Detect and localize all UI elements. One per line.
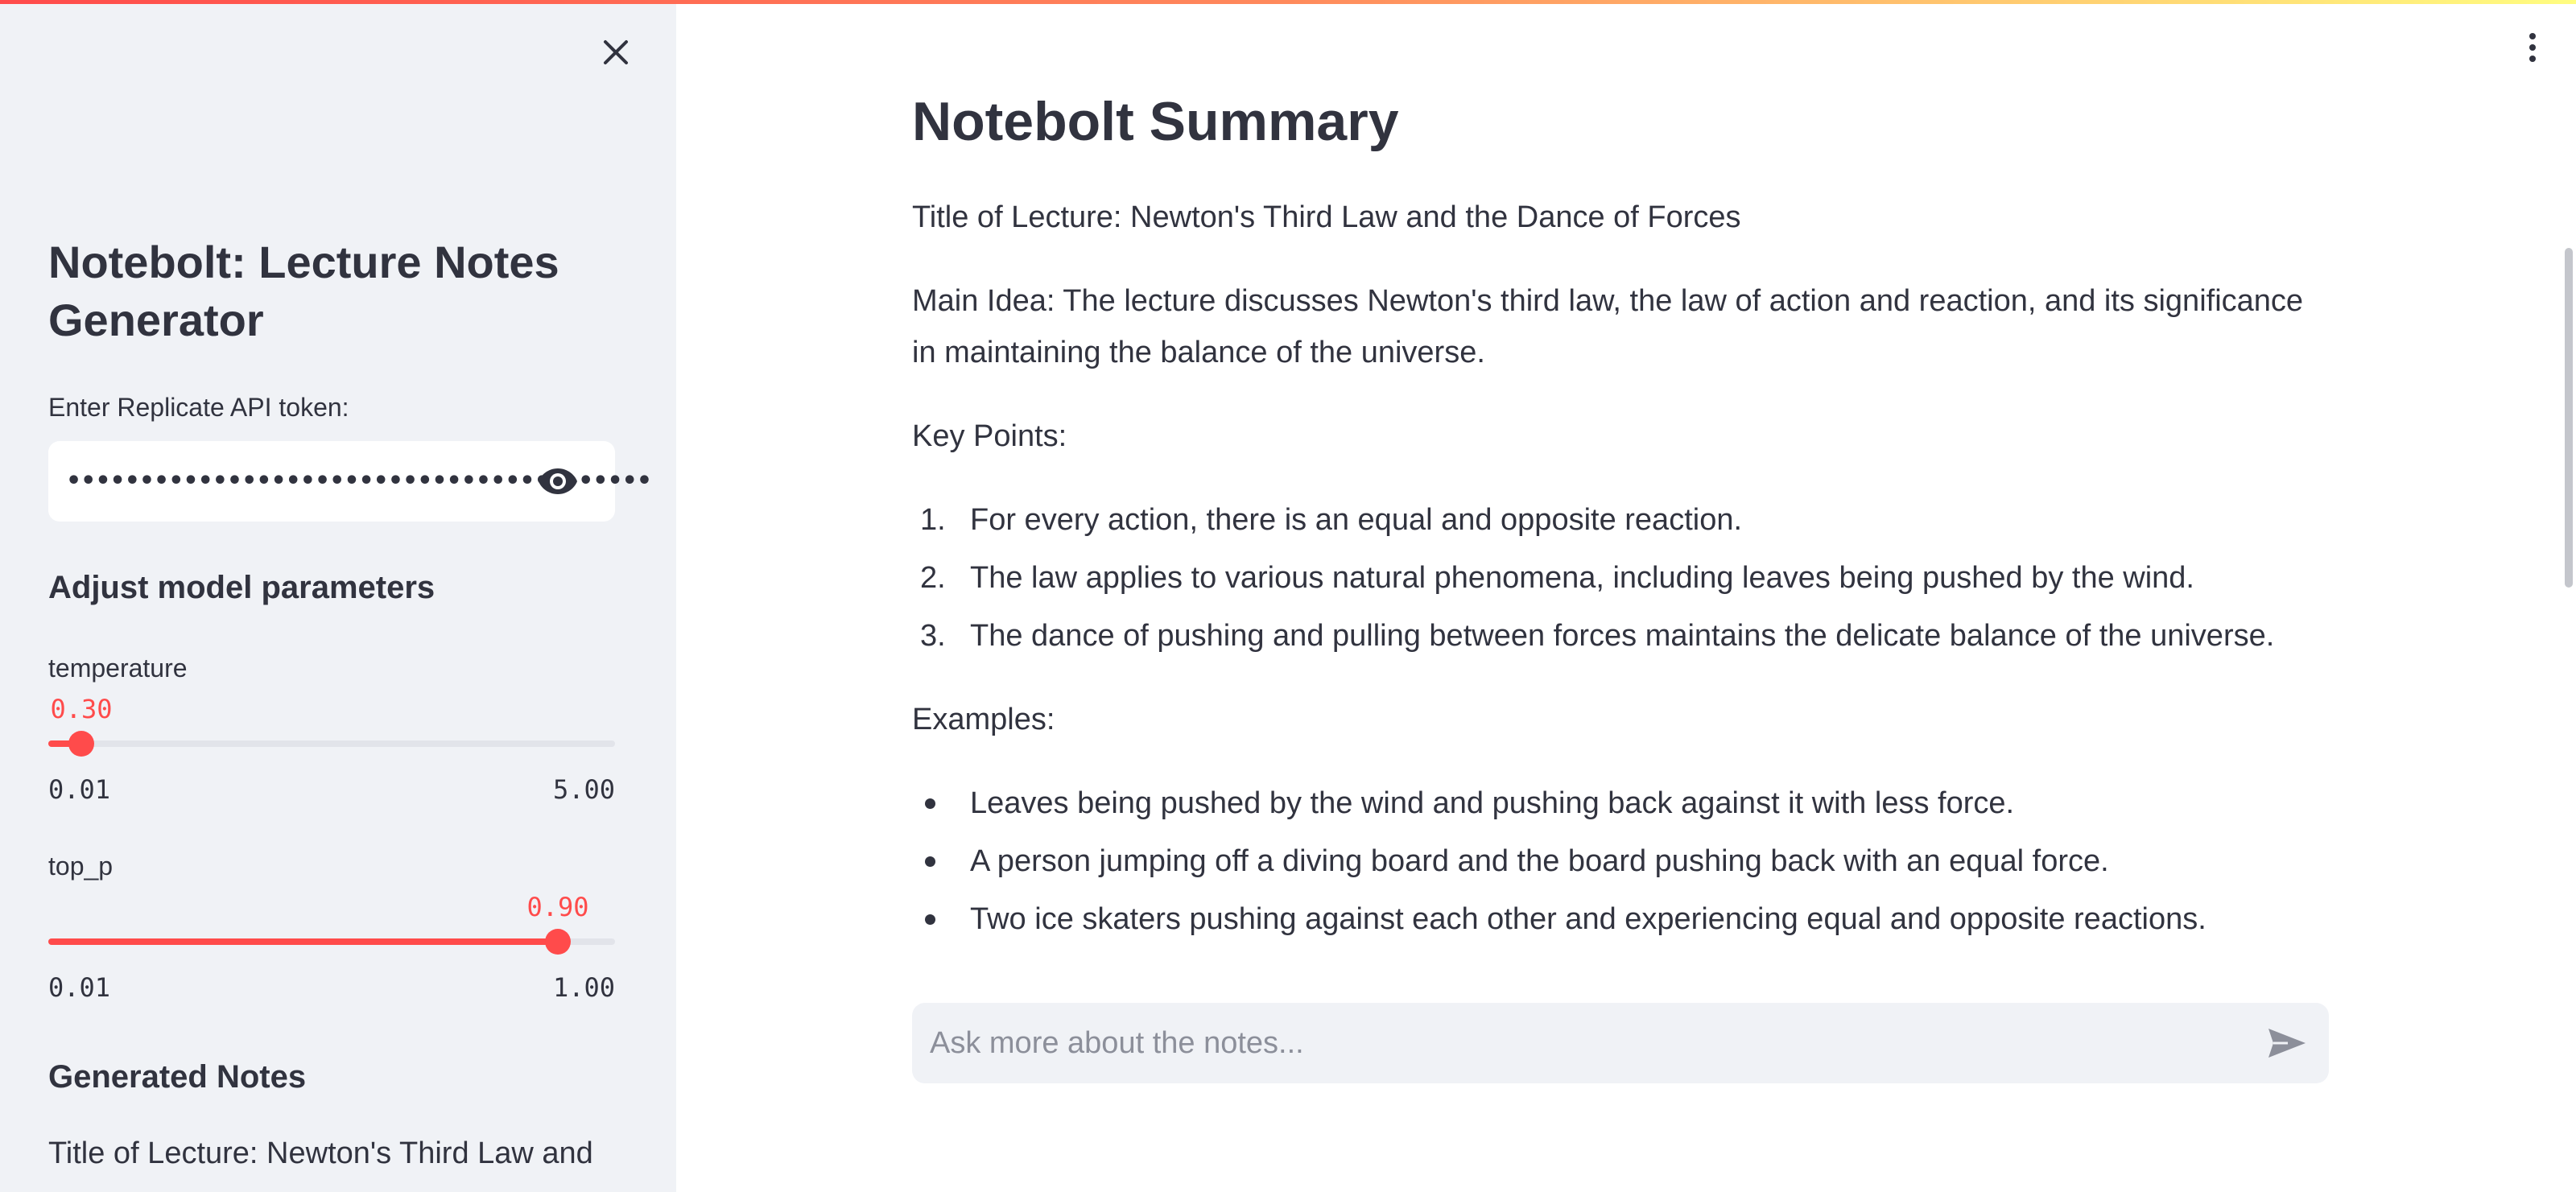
bullet-icon bbox=[925, 798, 935, 809]
slider-thumb[interactable] bbox=[545, 929, 571, 955]
lecture-title: Title of Lecture: Newton's Third Law and… bbox=[912, 200, 1741, 234]
model-parameters-heading: Adjust model parameters bbox=[48, 570, 436, 605]
sidebar-title: Notebolt: Lecture Notes Generator bbox=[48, 237, 559, 345]
generated-notes-heading: Generated Notes bbox=[48, 1059, 307, 1095]
temperature-slider[interactable] bbox=[48, 728, 615, 760]
bullet-icon bbox=[925, 914, 935, 925]
temperature-max: 5.00 bbox=[552, 774, 615, 805]
page-title: Notebolt Summary bbox=[912, 91, 1399, 152]
api-token-label: Enter Replicate API token: bbox=[48, 393, 349, 422]
eye-icon bbox=[539, 468, 577, 494]
scrollbar[interactable] bbox=[2565, 248, 2573, 588]
slider-fill bbox=[48, 938, 558, 945]
list-number: 2. bbox=[920, 561, 946, 595]
bullet-icon bbox=[925, 856, 935, 867]
chat-input[interactable] bbox=[912, 1003, 2232, 1083]
kebab-menu-icon bbox=[2529, 33, 2536, 39]
top-p-label: top_p bbox=[48, 852, 114, 881]
api-token-field[interactable]: •••••••••••••••••••••••••••••••••••••••• bbox=[48, 441, 652, 522]
temperature-label: temperature bbox=[48, 654, 188, 683]
send-icon bbox=[2268, 1029, 2306, 1058]
list-number: 1. bbox=[920, 503, 946, 537]
list-text: For every action, there is an equal and … bbox=[970, 503, 1743, 537]
sidebar: Notebolt: Lecture Notes Generator Enter … bbox=[0, 0, 676, 1192]
top-p-max: 1.00 bbox=[552, 972, 615, 1003]
header-decoration bbox=[0, 0, 2576, 4]
list-text: The law applies to various natural pheno… bbox=[970, 561, 2194, 595]
slider-thumb[interactable] bbox=[68, 731, 94, 757]
temperature-min: 0.01 bbox=[48, 774, 111, 805]
close-sidebar-button[interactable] bbox=[596, 32, 636, 72]
show-password-button[interactable] bbox=[522, 459, 594, 504]
list-number: 3. bbox=[920, 619, 946, 653]
top-p-value: 0.90 bbox=[526, 892, 589, 922]
chat-input-container bbox=[912, 1003, 2329, 1083]
list-text: The dance of pushing and pulling between… bbox=[970, 619, 2275, 653]
list-text: A person jumping off a diving board and … bbox=[970, 844, 2109, 878]
list-text: Leaves being pushed by the wind and push… bbox=[970, 786, 2015, 820]
close-icon bbox=[604, 40, 628, 64]
generated-notes-preview: Title of Lecture: Newton's Third Law and bbox=[48, 1136, 593, 1170]
examples-label: Examples: bbox=[912, 703, 1055, 736]
temperature-value: 0.30 bbox=[50, 694, 113, 724]
main-idea: Main Idea: The lecture discusses Newton'… bbox=[912, 284, 2304, 369]
slider-track bbox=[48, 740, 615, 747]
key-points-label: Key Points: bbox=[912, 419, 1067, 453]
main-menu-button[interactable] bbox=[2516, 29, 2549, 66]
top-p-min: 0.01 bbox=[48, 972, 111, 1003]
top-p-slider[interactable] bbox=[48, 926, 615, 958]
list-text: Two ice skaters pushing against each oth… bbox=[970, 902, 2207, 936]
send-button[interactable] bbox=[2264, 1022, 2310, 1064]
